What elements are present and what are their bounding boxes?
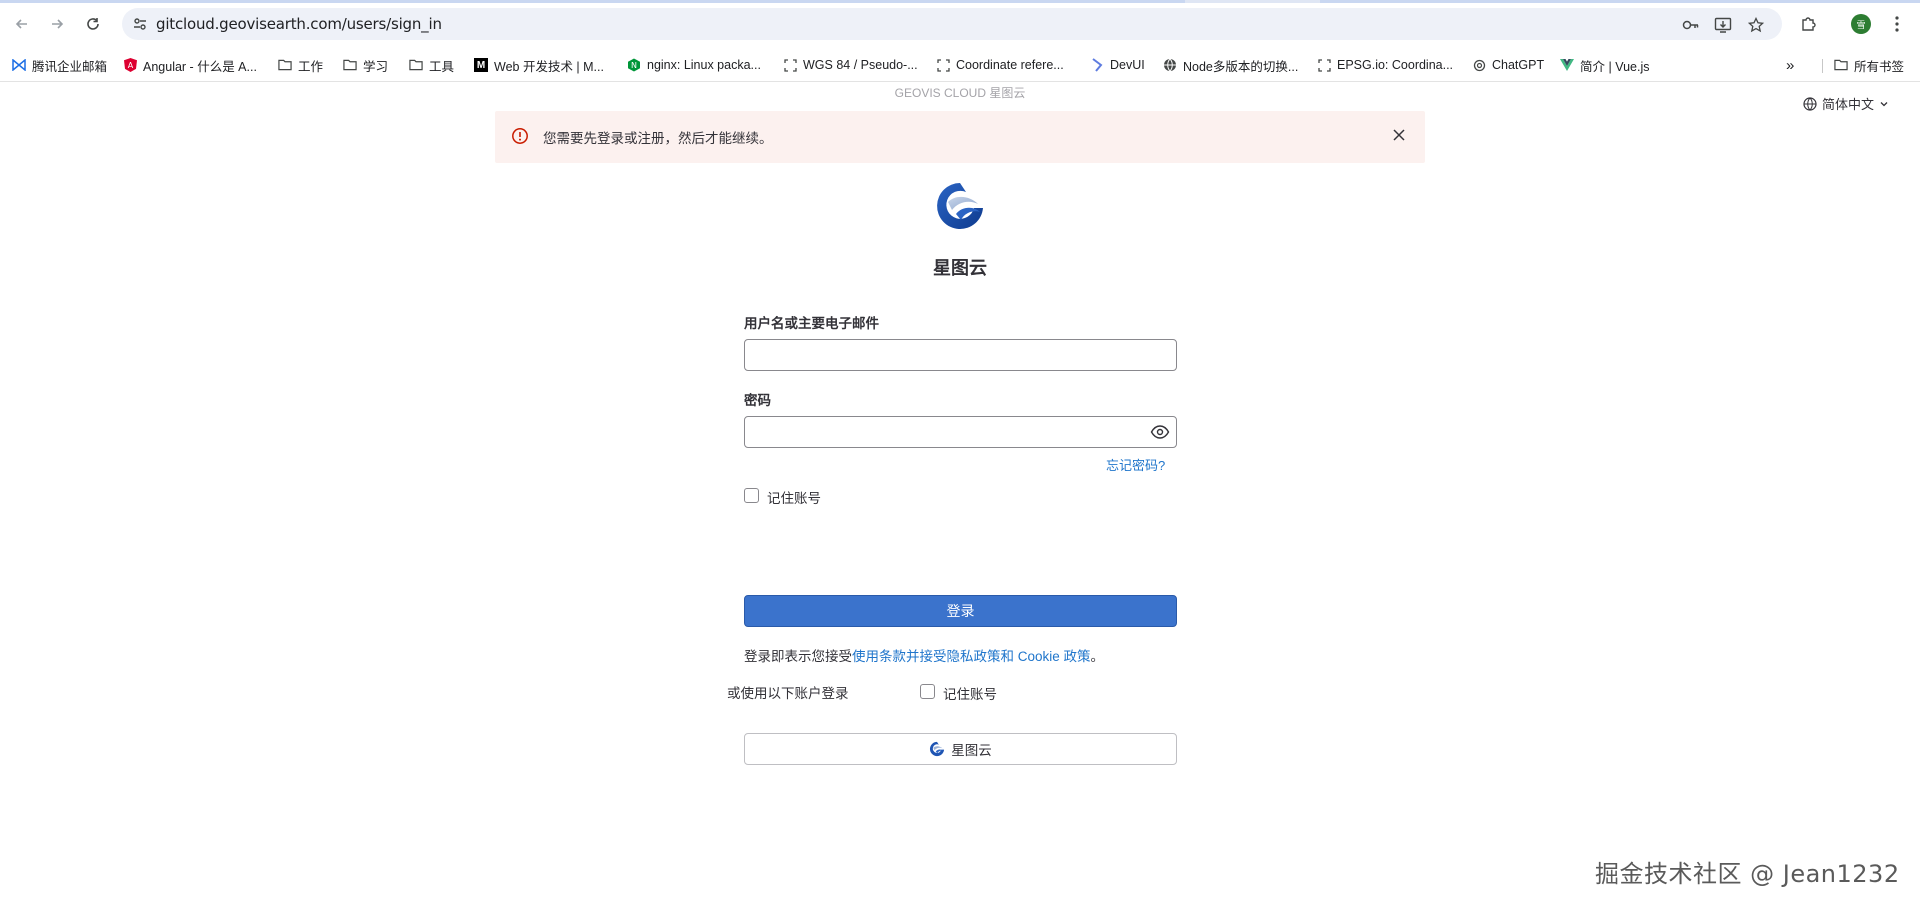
puzzle-icon[interactable] <box>1798 13 1820 35</box>
app-title: 星图云 <box>933 258 987 278</box>
oauth-login-button[interactable]: 星图云 <box>744 733 1177 765</box>
close-icon[interactable] <box>1390 126 1408 144</box>
globe-icon <box>1803 96 1817 111</box>
bookmark-label: Angular - 什么是 A... <box>143 59 257 74</box>
bookmark-label: Node多版本的切换... <box>1183 59 1299 74</box>
vue-icon <box>1560 58 1574 72</box>
bookmark-item[interactable]: 学习 <box>343 56 388 74</box>
svg-text:N: N <box>631 61 637 70</box>
remember-me-checkbox[interactable] <box>744 488 759 503</box>
reload-icon[interactable] <box>81 12 105 36</box>
bookmark-item[interactable]: DevUI <box>1090 56 1145 74</box>
epsg-icon <box>936 58 950 72</box>
bookmark-item[interactable]: 简介 | Vue.js <box>1560 56 1649 74</box>
devui-icon <box>1090 58 1104 72</box>
password-input[interactable] <box>744 416 1177 448</box>
bookmark-label: ChatGPT <box>1492 58 1545 72</box>
username-label: 用户名或主要电子邮件 <box>744 316 879 331</box>
bookmark-item[interactable]: A Angular - 什么是 A... <box>123 56 257 74</box>
mdn-icon: M <box>474 58 488 72</box>
bookmark-label: DevUI <box>1110 58 1145 72</box>
epsg-icon <box>783 58 797 72</box>
remember-me-label: 记住账号 <box>767 491 821 506</box>
bookmark-label: 简介 | Vue.js <box>1580 59 1650 74</box>
login-button[interactable]: 登录 <box>744 595 1177 627</box>
oauth-button-label: 星图云 <box>951 743 992 758</box>
bookmark-label: Coordinate refere... <box>956 58 1064 72</box>
username-input[interactable] <box>744 339 1177 371</box>
watermark: 掘金技术社区 @ Jean1232 <box>1595 860 1900 888</box>
bookmark-label: 学习 <box>363 59 389 74</box>
bookmarks-divider <box>1822 59 1823 73</box>
bookmark-label: 腾讯企业邮箱 <box>32 59 108 74</box>
folder-icon <box>343 58 357 72</box>
folder-icon <box>1834 58 1848 72</box>
terms-text: 登录即表示您接受使用条款并接受隐私政策和 Cookie 政策。 <box>744 645 1104 665</box>
bookmark-label: nginx: Linux packa... <box>647 58 761 72</box>
arrow-right-icon[interactable] <box>45 12 69 36</box>
bookmark-item[interactable]: 腾讯企业邮箱 <box>12 56 107 74</box>
folder-icon <box>409 58 423 72</box>
app-logo-icon <box>930 741 945 757</box>
bookmark-item[interactable]: EPSG.io: Coordina... <box>1317 56 1453 74</box>
bookmark-item[interactable]: N nginx: Linux packa... <box>627 56 761 74</box>
bookmarks-overflow-button[interactable]: » <box>1786 56 1794 74</box>
terms-prefix: 登录即表示您接受 <box>744 649 852 664</box>
terms-suffix: 。 <box>1090 649 1105 664</box>
bookmark-label: 工具 <box>429 59 455 74</box>
arrow-left-icon[interactable] <box>10 12 34 36</box>
url-text[interactable]: gitcloud.geovisearth.com/users/sign_in <box>156 15 442 33</box>
alt-login-text: 或使用以下账户登录 <box>727 686 849 701</box>
chevron-down-icon <box>1880 101 1888 106</box>
oauth-remember-label: 记住账号 <box>943 687 997 702</box>
bookmark-label: EPSG.io: Coordina... <box>1337 58 1454 72</box>
password-label: 密码 <box>744 393 771 408</box>
bookmark-item[interactable]: ChatGPT <box>1472 56 1544 74</box>
browser-toolbar: gitcloud.geovisearth.com/users/sign_in 雪 <box>0 0 1920 48</box>
bookmark-item[interactable]: Node多版本的切换... <box>1163 56 1298 74</box>
globe-icon <box>1163 58 1177 72</box>
star-icon[interactable] <box>1747 16 1765 34</box>
language-label: 简体中文 <box>1822 97 1875 112</box>
chatgpt-icon <box>1472 58 1486 72</box>
profile-avatar[interactable]: 雪 <box>1851 14 1871 34</box>
bookmark-item[interactable]: WGS 84 / Pseudo-... <box>783 56 918 74</box>
bookmarks-bar: 腾讯企业邮箱 A Angular - 什么是 A... 工作 学习 工具 M W… <box>0 48 1920 82</box>
bookmark-label: Web 开发技术 | M... <box>494 59 604 74</box>
epsg-icon <box>1317 58 1331 72</box>
nginx-icon: N <box>627 58 641 72</box>
error-icon <box>511 127 529 145</box>
forgot-password-link[interactable]: 忘记密码? <box>1106 455 1165 474</box>
eye-icon[interactable] <box>1150 424 1170 440</box>
svg-text:A: A <box>127 61 133 70</box>
angular-icon: A <box>123 58 137 72</box>
bookmark-item[interactable]: M Web 开发技术 | M... <box>474 56 604 74</box>
bookmark-label: 工作 <box>298 59 324 74</box>
folder-icon <box>278 58 292 72</box>
alert-message: 您需要先登录或注册，然后才能继续。 <box>543 131 773 146</box>
bookmark-item[interactable]: 工具 <box>409 56 454 74</box>
terms-link[interactable]: 使用条款并接受隐私政策和 Cookie 政策 <box>852 649 1091 664</box>
address-bar[interactable]: gitcloud.geovisearth.com/users/sign_in <box>122 8 1782 40</box>
bookmark-item[interactable]: 工作 <box>278 56 323 74</box>
tab-strip-edge <box>0 0 1920 3</box>
alert-banner: 您需要先登录或注册，然后才能继续。 <box>495 111 1425 163</box>
app-logo <box>934 180 986 232</box>
bookmark-item[interactable]: Coordinate refere... <box>936 56 1064 74</box>
tune-icon[interactable] <box>132 16 148 32</box>
language-selector[interactable]: 简体中文 <box>1803 94 1889 113</box>
brand-header: GEOVIS CLOUD 星图云 <box>894 86 1026 100</box>
tencent-mail-icon <box>12 58 26 72</box>
all-bookmarks-label: 所有书签 <box>1854 59 1905 74</box>
sign-in-page: GEOVIS CLOUD 星图云 简体中文 您需要先登录或注册，然后才能继续。 … <box>0 82 1920 910</box>
kebab-menu-icon[interactable] <box>1886 13 1908 35</box>
install-app-icon[interactable] <box>1714 16 1732 34</box>
bookmark-label: WGS 84 / Pseudo-... <box>803 58 918 72</box>
all-bookmarks-button[interactable]: 所有书签 <box>1834 56 1904 74</box>
oauth-remember-checkbox[interactable] <box>920 684 935 699</box>
key-icon[interactable] <box>1682 16 1700 34</box>
